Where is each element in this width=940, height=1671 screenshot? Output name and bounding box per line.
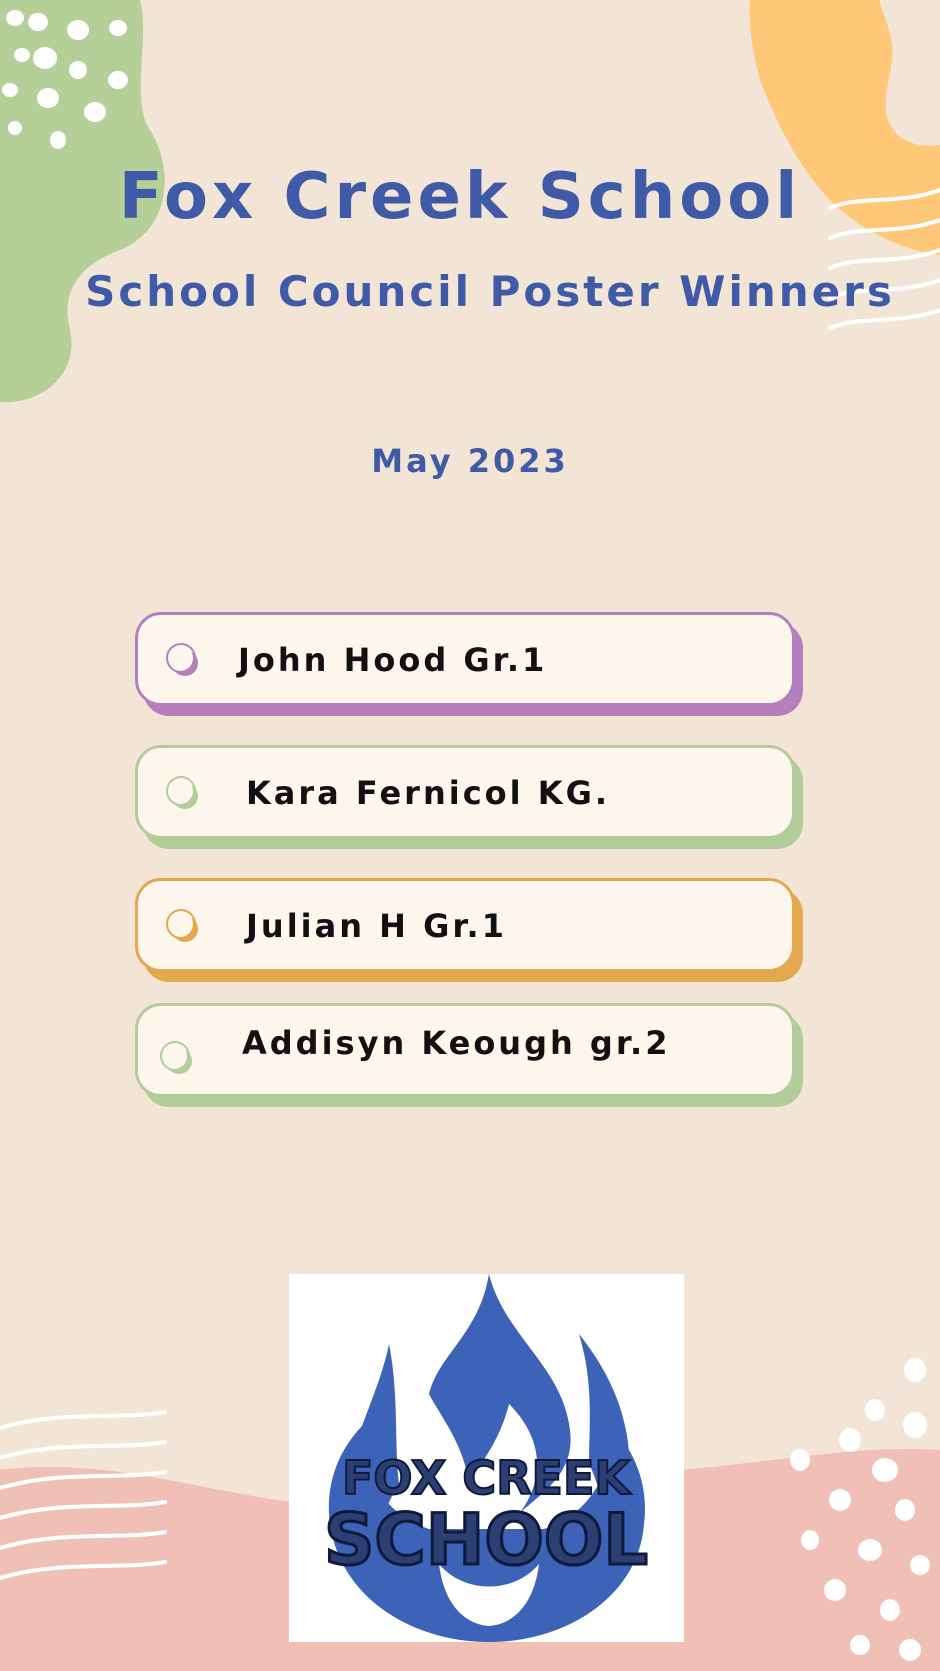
winner-card: Addisyn Keough gr.2 xyxy=(135,1003,795,1097)
winner-name: John Hood Gr.1 xyxy=(238,641,548,679)
winner-name: Kara Fernicol KG. xyxy=(246,774,610,812)
logo-line2: SCHOOL xyxy=(324,1499,648,1581)
bullet-circle-icon xyxy=(160,1041,190,1071)
flame-icon: FOX CREEK SCHOOL xyxy=(323,1274,650,1642)
bullet-circle-icon xyxy=(166,909,196,939)
school-title: Fox Creek School xyxy=(118,160,802,234)
poster-subtitle: School Council Poster Winners xyxy=(85,267,895,316)
winner-name: Julian H Gr.1 xyxy=(246,907,507,945)
school-logo: FOX CREEK SCHOOL xyxy=(289,1274,684,1642)
winner-card: Julian H Gr.1 xyxy=(135,878,795,972)
bullet-circle-icon xyxy=(166,776,196,806)
winner-card: Kara Fernicol KG. xyxy=(135,745,795,839)
winner-name: Addisyn Keough gr.2 xyxy=(242,1024,671,1062)
poster: Fox Creek School School Council Poster W… xyxy=(0,0,940,1671)
winner-card: John Hood Gr.1 xyxy=(135,612,795,706)
bullet-circle-icon xyxy=(166,643,196,673)
logo-line1: FOX CREEK xyxy=(342,1451,632,1505)
date-label: May 2023 xyxy=(371,442,569,480)
